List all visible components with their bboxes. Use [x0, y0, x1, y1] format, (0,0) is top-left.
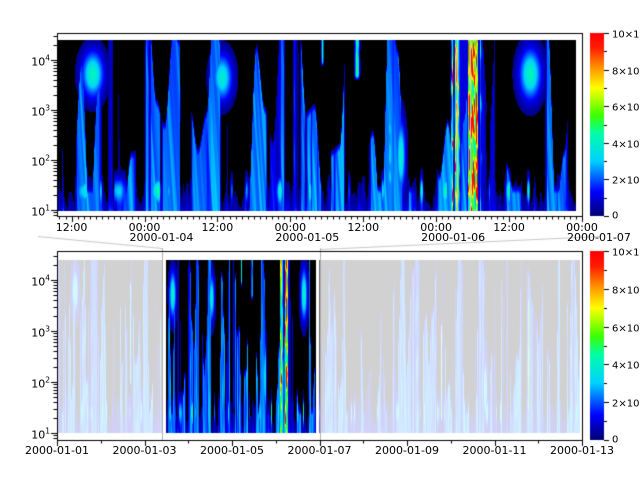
zoom-x-tick-label-0: 12:00: [56, 222, 88, 233]
context-x-tick-label-4: 2000-01-09: [375, 445, 439, 456]
zoom-x-date-label-3: 2000-01-05: [275, 232, 339, 243]
selection-region[interactable]: [162, 248, 320, 440]
context-panel-y-tick-label-1: 102: [31, 375, 50, 390]
context-panel-colorbar-label-5: 10×107: [612, 243, 640, 258]
context-x-tick-label-2: 2000-01-05: [200, 445, 264, 456]
zoom-panel-y-tick-label-3: 104: [31, 53, 50, 68]
zoom-x-date-label-1: 2000-01-04: [130, 232, 194, 243]
zoom-panel-colorbar-label-5: 10×107: [612, 25, 640, 40]
zoom-x-date-label-7: 2000-01-07: [567, 232, 631, 243]
context-panel-colorbar-label-4: 8×107: [612, 281, 640, 296]
context-x-tick-label-1: 2000-01-03: [113, 445, 177, 456]
context-panel-colorbar-label-0: 0: [612, 435, 618, 446]
context-panel-y-tick-label-2: 103: [31, 324, 50, 339]
zoom-panel-colorbar-label-0: 0: [612, 211, 618, 222]
context-panel-y-tick-label-0: 101: [31, 426, 50, 441]
zoom-panel-y-tick-label-2: 103: [31, 103, 50, 118]
context-panel-colorbar-label-1: 2×107: [612, 395, 640, 410]
context-panel-y-tick-label-3: 104: [31, 273, 50, 288]
zoom-panel-y-tick-label-0: 101: [31, 203, 50, 218]
context-x-tick-label-6: 2000-01-13: [550, 445, 614, 456]
zoom-x-tick-label-6: 12:00: [493, 222, 525, 233]
zoom-x-date-label-5: 2000-01-06: [421, 232, 485, 243]
zoom-x-tick-label-4: 12:00: [347, 222, 379, 233]
zoom-panel-colorbar-label-1: 2×107: [612, 172, 640, 187]
context-panel-colorbar-label-3: 6×107: [612, 319, 640, 334]
zoom-panel-colorbar: [590, 33, 604, 216]
context-panel-colorbar-label-2: 4×107: [612, 357, 640, 372]
context-x-tick-label-3: 2000-01-07: [288, 445, 352, 456]
zoom-panel-plot-area[interactable]: [57, 33, 582, 216]
context-x-tick-label-5: 2000-01-11: [463, 445, 527, 456]
zoom-x-tick-label-2: 12:00: [202, 222, 234, 233]
zoom-panel-y-tick-label-1: 102: [31, 153, 50, 168]
zoom-panel-colorbar-label-2: 4×107: [612, 135, 640, 150]
spectrogram-viewer: 12:0000:002000-01-0412:0000:002000-01-05…: [0, 0, 640, 480]
context-panel-colorbar: [590, 251, 604, 440]
zoom-panel-colorbar-label-4: 8×107: [612, 62, 640, 77]
zoom-panel-colorbar-label-3: 6×107: [612, 99, 640, 114]
context-x-tick-label-0: 2000-01-01: [25, 445, 89, 456]
